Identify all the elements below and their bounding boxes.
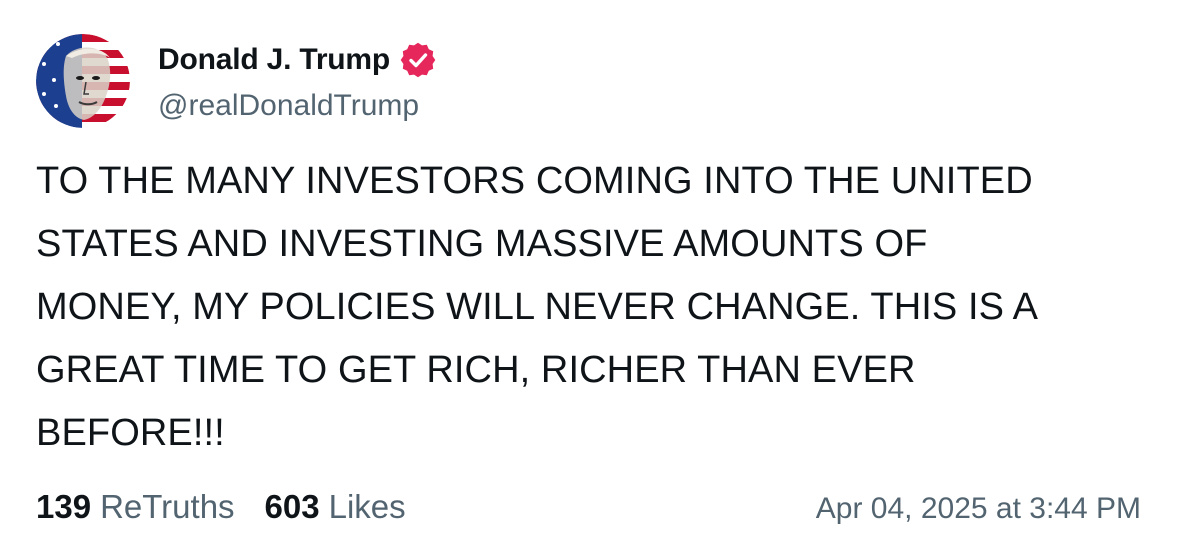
post-stats: 139 ReTruths 603 Likes [36,488,406,526]
retruths-label: ReTruths [100,488,235,525]
author-row: Donald J. Trump [158,40,436,80]
post-body-line: MONEY, MY POLICIES WILL NEVER CHANGE. TH… [36,286,1039,328]
post-body-line: STATES AND INVESTING MASSIVE AMOUNTS OF [36,223,928,265]
verified-check-icon [400,42,436,78]
likes-label: Likes [328,488,406,525]
display-name[interactable]: Donald J. Trump [158,43,390,77]
post-timestamp[interactable]: Apr 04, 2025 at 3:44 PM [816,492,1141,526]
likes-stat[interactable]: 603 Likes [265,488,406,526]
retruths-count: 139 [36,488,92,525]
post-card: Donald J. Trump @realDonaldTrump TO THE … [0,0,1179,545]
avatar[interactable] [36,34,130,128]
retruths-stat[interactable]: 139 ReTruths [36,488,235,526]
author-handle[interactable]: @realDonaldTrump [158,89,419,123]
avatar-flag-portrait-icon [36,34,130,128]
post-body-line: BEFORE!!! [36,412,225,454]
post-body-line: GREAT TIME TO GET RICH, RICHER THAN EVER [36,349,916,391]
post-body: TO THE MANY INVESTORS COMING INTO THE UN… [36,150,1136,465]
post-body-line: TO THE MANY INVESTORS COMING INTO THE UN… [36,160,1033,202]
likes-count: 603 [264,488,320,525]
